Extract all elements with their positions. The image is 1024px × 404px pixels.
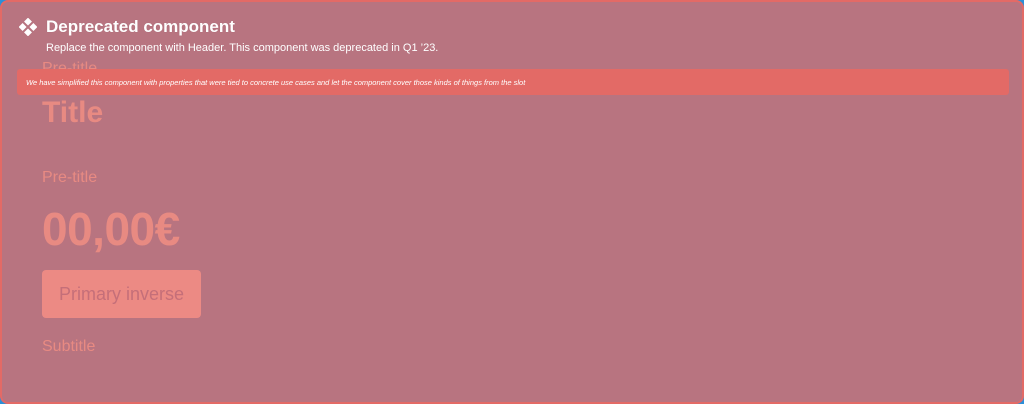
deprecation-banner: We have simplified this component with p…: [17, 69, 1009, 95]
primary-inverse-button[interactable]: Primary inverse: [42, 270, 201, 318]
deprecation-banner-text: We have simplified this component with p…: [26, 77, 526, 87]
deprecation-title: Deprecated component: [46, 17, 235, 36]
deprecated-component-frame: Pre-title Title Pre-title 00,00€ Primary…: [0, 0, 1024, 404]
deprecation-description: Replace the component with Header. This …: [46, 42, 439, 54]
header-title: Title: [42, 96, 104, 129]
pretitle: Pre-title: [42, 169, 98, 186]
component-diamond-icon: [19, 18, 37, 36]
subtitle: Subtitle: [42, 338, 96, 355]
amount-value: 00,00€: [42, 203, 180, 255]
